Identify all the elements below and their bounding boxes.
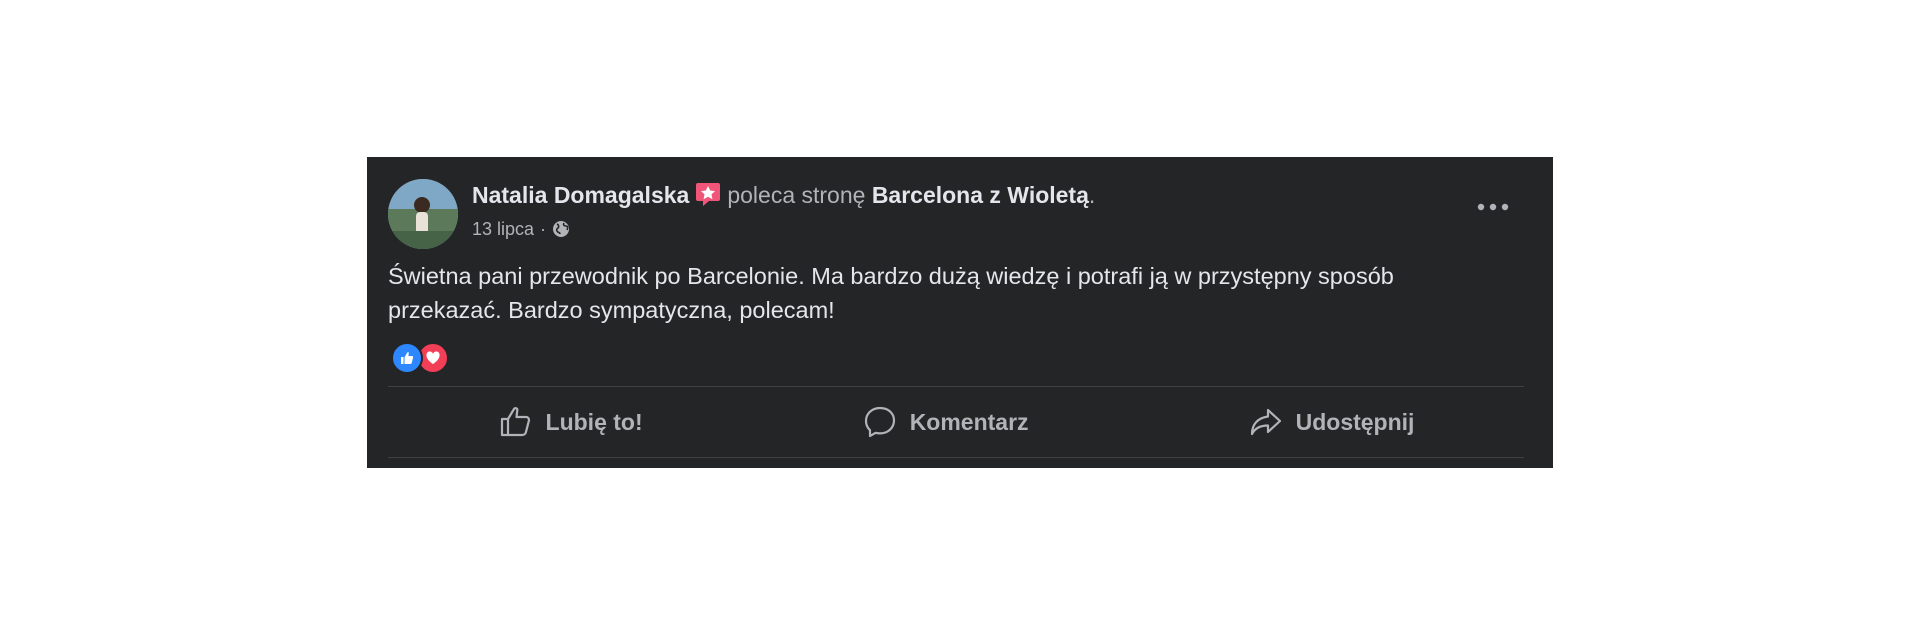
comment-button[interactable]: Komentarz (842, 396, 1049, 448)
author-name[interactable]: Natalia Domagalska (472, 182, 689, 208)
divider (388, 457, 1524, 458)
share-button[interactable]: Udostępnij (1228, 396, 1435, 448)
like-reaction-icon (391, 342, 423, 374)
more-dots-icon (1477, 203, 1509, 211)
end-punctuation: . (1088, 182, 1096, 208)
post-text-line: Świetna pani przewodnik po Barcelonie. M… (388, 263, 1394, 289)
more-options-button[interactable] (1473, 197, 1513, 217)
like-label: Lubię to! (545, 408, 643, 435)
share-label: Udostępnij (1295, 408, 1415, 435)
comment-label: Komentarz (909, 408, 1029, 435)
post-text-line: przekazać. Bardzo sympatyczna, polecam! (388, 297, 835, 323)
like-button[interactable]: Lubię to! (478, 396, 663, 448)
comment-icon (864, 406, 895, 438)
post-meta: 13 lipca · (472, 217, 570, 241)
post-header: Natalia Domagalska poleca stronę Barcelon… (472, 180, 1095, 210)
post-text: Świetna pani przewodnik po Barcelonie. M… (388, 259, 1538, 327)
recommend-star-icon (695, 181, 721, 207)
post-date[interactable]: 13 lipca (472, 217, 534, 241)
post-card: Natalia Domagalska poleca stronę Barcelon… (367, 157, 1553, 468)
globe-icon (552, 220, 570, 238)
recommend-verb: poleca stronę (727, 182, 866, 208)
avatar-photo (388, 179, 458, 249)
avatar[interactable] (388, 179, 458, 249)
share-icon (1250, 408, 1281, 436)
page-name[interactable]: Barcelona z Wioletą (872, 182, 1089, 208)
meta-separator: · (540, 219, 547, 239)
divider (388, 386, 1524, 387)
reactions-summary[interactable] (391, 342, 449, 374)
thumbs-up-icon (500, 407, 530, 437)
action-bar: Lubię to! Komentarz Udostępnij (388, 389, 1524, 455)
